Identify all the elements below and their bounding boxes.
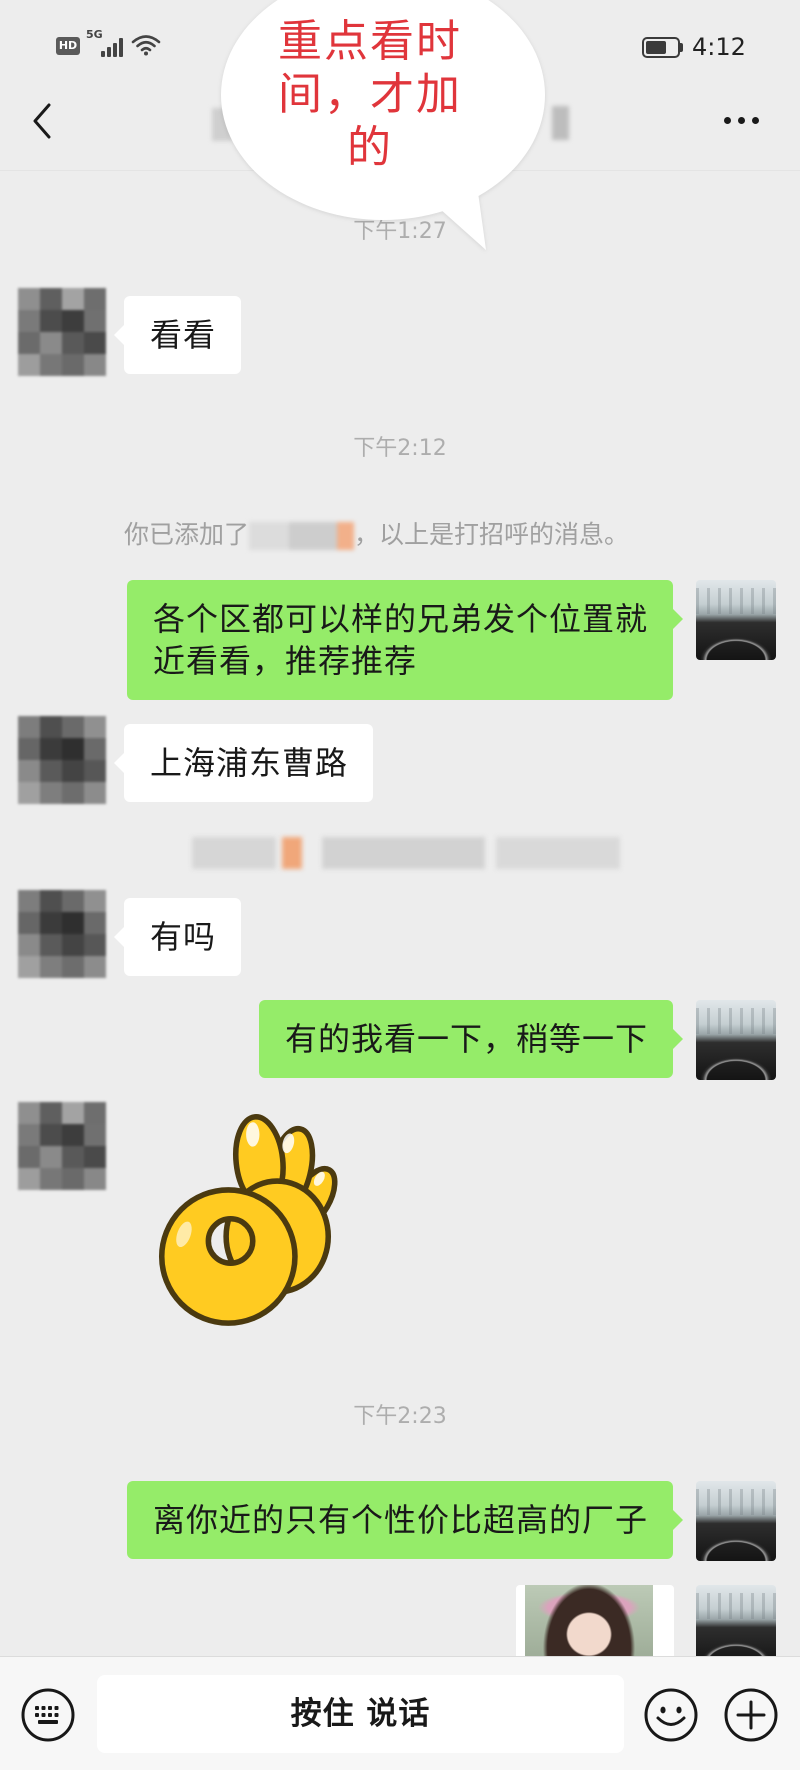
system-notice-suffix: ，以上是打招呼的消息。 xyxy=(354,520,630,549)
battery-cap xyxy=(680,43,683,52)
chat-title-blurred xyxy=(552,106,569,140)
message-text: 看看 xyxy=(150,316,217,354)
battery-icon xyxy=(642,37,680,58)
timestamp: 下午2:23 xyxy=(353,1404,447,1429)
signal-bar xyxy=(101,51,105,57)
signal-bars-icon xyxy=(101,37,125,57)
message-text-line: 近看看，推荐推荐 xyxy=(152,642,417,680)
more-dots-icon[interactable] xyxy=(724,117,766,125)
timestamp: 下午2:12 xyxy=(353,436,447,461)
signal-bar xyxy=(107,47,111,57)
ok-hand-sticker-icon[interactable] xyxy=(150,1110,340,1332)
message-bubble-incoming[interactable]: 看看 xyxy=(113,296,242,374)
blur-block xyxy=(192,837,276,869)
avatar[interactable] xyxy=(18,716,106,804)
blur-block xyxy=(322,837,485,869)
dot xyxy=(724,117,731,124)
message-bubble-outgoing[interactable]: 各个区都可以样的兄弟发个位置就 近看看，推荐推荐 xyxy=(126,580,684,700)
annotation-line: 间，才加 xyxy=(278,69,462,120)
message-bubble-incoming[interactable]: 上海浦东曹路 xyxy=(113,724,374,802)
avatar[interactable] xyxy=(18,1102,106,1190)
hold-to-talk-button[interactable]: 按住 说话 xyxy=(97,1675,624,1753)
plus-circle-icon[interactable] xyxy=(723,1687,779,1743)
contact-name-blurred xyxy=(249,522,355,550)
blur-block xyxy=(282,837,302,869)
blur-block xyxy=(496,837,620,869)
dot xyxy=(752,117,759,124)
avatar[interactable] xyxy=(696,1585,776,1665)
avatar[interactable] xyxy=(696,1481,776,1561)
system-notice-prefix: 你已添加了 xyxy=(124,520,250,549)
signal-bar xyxy=(113,43,117,57)
input-bar: 按住 说话 xyxy=(0,1656,800,1770)
annotation-line: 重点看时 xyxy=(278,16,462,67)
message-bubble-incoming[interactable]: 有吗 xyxy=(113,898,242,976)
annotation-text: 重点看时 间，才加 的 xyxy=(200,15,540,174)
keyboard-icon[interactable] xyxy=(20,1687,76,1743)
annotation-line: 的 xyxy=(347,122,393,173)
dot xyxy=(738,117,745,124)
message-text: 上海浦东曹路 xyxy=(150,744,349,782)
avatar[interactable] xyxy=(696,1000,776,1080)
message-text: 离你近的只有个性价比超高的厂子 xyxy=(152,1501,648,1539)
signal-bar xyxy=(119,38,123,57)
emoji-icon[interactable] xyxy=(643,1687,699,1743)
message-bubble-outgoing[interactable]: 有的我看一下，稍等一下 xyxy=(258,1000,684,1078)
message-text-line: 各个区都可以样的兄弟发个位置就 xyxy=(152,600,648,638)
clock-time: 4:12 xyxy=(692,33,746,61)
message-bubble-outgoing[interactable]: 离你近的只有个性价比超高的厂子 xyxy=(126,1481,684,1559)
hd-badge: HD xyxy=(56,37,80,55)
avatar[interactable] xyxy=(696,580,776,660)
blurred-notice xyxy=(192,837,622,869)
avatar[interactable] xyxy=(18,890,106,978)
battery-fill xyxy=(646,41,667,54)
message-text: 有吗 xyxy=(150,918,217,956)
system-notice: 你已添加了 ，以上是打招呼的消息。 xyxy=(124,519,629,551)
message-text: 有的我看一下，稍等一下 xyxy=(284,1020,648,1058)
avatar[interactable] xyxy=(18,288,106,376)
wifi-icon xyxy=(131,35,161,56)
chevron-left-icon[interactable] xyxy=(30,102,54,140)
